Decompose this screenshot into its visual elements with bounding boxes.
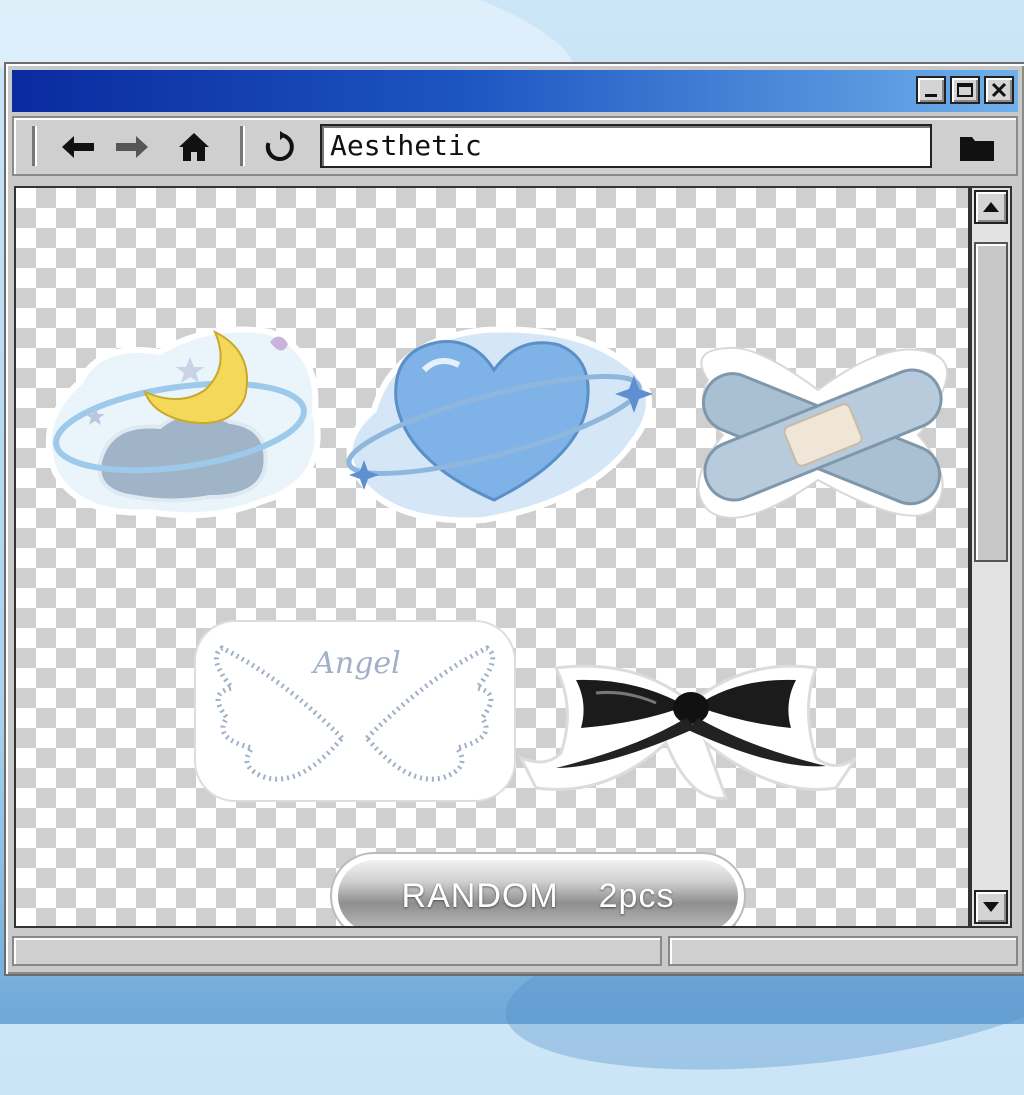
random-label: RANDOM <box>401 876 559 915</box>
random-badge: RANDOM 2pcs <box>332 854 744 926</box>
maximize-icon <box>957 83 973 97</box>
random-badge-inner: RANDOM 2pcs <box>338 860 738 926</box>
bandage-sticker <box>697 346 948 519</box>
toolbar-separator <box>240 126 243 166</box>
moon-cloud-sticker <box>45 326 321 519</box>
image-canvas: Angel RANDOM 2pcs <box>14 186 970 928</box>
scroll-down-button[interactable] <box>974 890 1008 924</box>
toolbar-separator <box>32 126 35 166</box>
angel-wings-sticker: Angel <box>194 620 516 802</box>
folder-icon <box>960 137 994 161</box>
arrow-left-icon <box>62 136 94 158</box>
toolbar: Aesthetic <box>12 116 1018 176</box>
heart-sticker <box>346 326 653 524</box>
angel-text: Angel <box>310 646 401 681</box>
refresh-icon <box>265 131 294 161</box>
triangle-up-icon <box>983 202 999 212</box>
scroll-up-button[interactable] <box>974 190 1008 224</box>
title-bar[interactable] <box>12 70 1018 112</box>
status-cell-secondary <box>668 936 1018 966</box>
minimize-icon <box>925 94 937 97</box>
back-button[interactable] <box>58 128 98 166</box>
browser-window: Aesthetic Angel RANDOM 2pcs <box>4 62 1024 976</box>
home-icon <box>179 133 209 161</box>
status-bar <box>12 936 1018 966</box>
black-bow-sticker <box>517 664 856 800</box>
triangle-down-icon <box>983 902 999 912</box>
vertical-scrollbar[interactable] <box>970 186 1012 928</box>
status-cell-main <box>12 936 662 966</box>
home-button[interactable] <box>174 128 214 166</box>
address-bar[interactable]: Aesthetic <box>320 124 932 168</box>
refresh-button[interactable] <box>260 128 300 166</box>
arrow-right-icon <box>116 136 148 158</box>
window-controls <box>916 76 1014 104</box>
forward-button[interactable] <box>112 128 152 166</box>
minimize-button[interactable] <box>916 76 946 104</box>
scrollbar-thumb[interactable] <box>974 242 1008 562</box>
folder-button[interactable] <box>952 128 1002 166</box>
close-icon <box>991 82 1007 98</box>
maximize-button[interactable] <box>950 76 980 104</box>
close-button[interactable] <box>984 76 1014 104</box>
piece-count-label: 2pcs <box>598 876 675 915</box>
